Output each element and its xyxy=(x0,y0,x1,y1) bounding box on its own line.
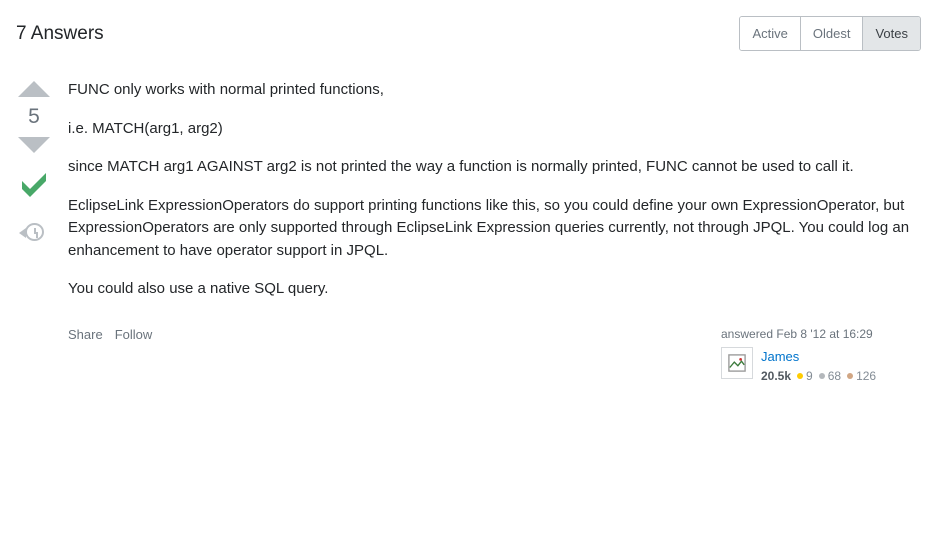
tab-active[interactable]: Active xyxy=(740,17,800,50)
answers-count-title: 7 Answers xyxy=(16,23,104,45)
user-info-card: answered Feb 8 '12 at 16:29 James 20.5k xyxy=(721,325,921,386)
share-link[interactable]: Share xyxy=(68,325,103,345)
history-icon[interactable] xyxy=(25,223,44,241)
answer-paragraph: FUNC only works with normal printed func… xyxy=(68,79,921,102)
sort-tabs: Active Oldest Votes xyxy=(739,16,921,51)
reputation: 20.5k xyxy=(761,367,791,385)
downvote-button[interactable] xyxy=(18,137,50,153)
vote-count: 5 xyxy=(28,105,40,129)
answer-paragraph: since MATCH arg1 AGAINST arg2 is not pri… xyxy=(68,156,921,179)
user-stats: 20.5k 9 68 126 xyxy=(761,367,876,385)
answer-paragraph: You could also use a native SQL query. xyxy=(68,278,921,301)
vote-cell: 5 xyxy=(16,79,52,385)
answered-time: answered Feb 8 '12 at 16:29 xyxy=(721,325,921,343)
avatar[interactable] xyxy=(721,347,753,379)
gold-badge: 9 xyxy=(797,367,813,385)
user-name-link[interactable]: James xyxy=(761,347,876,367)
tab-votes[interactable]: Votes xyxy=(863,17,920,50)
answer-post: 5 FUNC only works with normal printed fu… xyxy=(16,59,921,385)
bronze-badge: 126 xyxy=(847,367,876,385)
post-footer: Share Follow answered Feb 8 '12 at 16:29… xyxy=(68,325,921,386)
post-menu: Share Follow xyxy=(68,325,152,345)
upvote-button[interactable] xyxy=(18,81,50,97)
answer-paragraph: EclipseLink ExpressionOperators do suppo… xyxy=(68,195,921,263)
tab-oldest[interactable]: Oldest xyxy=(801,17,864,50)
silver-badge: 68 xyxy=(819,367,841,385)
follow-link[interactable]: Follow xyxy=(115,325,153,345)
answer-body: FUNC only works with normal printed func… xyxy=(68,79,921,385)
answer-paragraph: i.e. MATCH(arg1, arg2) xyxy=(68,118,921,141)
accepted-check-icon xyxy=(16,167,52,207)
broken-image-icon xyxy=(728,354,746,372)
